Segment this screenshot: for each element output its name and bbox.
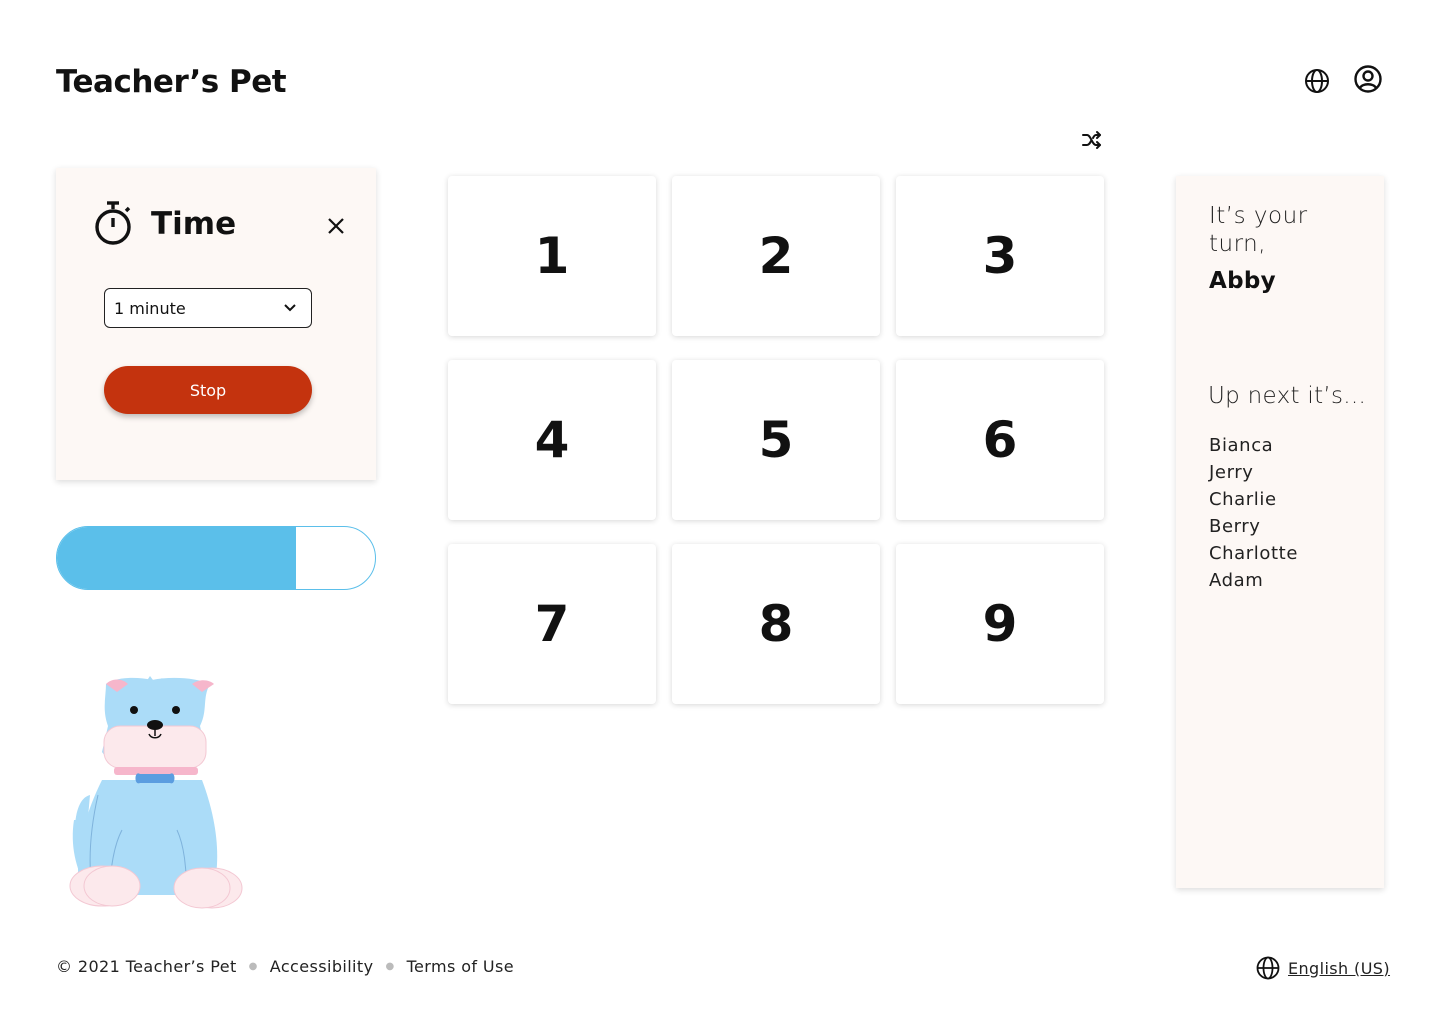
current-student-name: Abby xyxy=(1209,268,1276,294)
language-selector[interactable]: English (US) xyxy=(1256,956,1390,980)
accessibility-link[interactable]: Accessibility xyxy=(270,957,374,976)
terms-link[interactable]: Terms of Use xyxy=(407,957,514,976)
number-tile[interactable]: 4 xyxy=(448,360,656,520)
timer-title: Time xyxy=(151,206,237,242)
footer: © 2021 Teacher’s Pet ● Accessibility ● T… xyxy=(56,957,514,976)
dog-illustration xyxy=(69,676,243,909)
separator-dot: ● xyxy=(248,961,258,972)
chevron-down-icon xyxy=(284,304,296,312)
number-tile[interactable]: 2 xyxy=(672,176,880,336)
separator-dot: ● xyxy=(385,961,395,972)
up-next-label: Up next it’s... xyxy=(1208,383,1367,409)
duration-select[interactable]: 1 minute xyxy=(104,288,312,328)
number-tile[interactable]: 8 xyxy=(672,544,880,704)
globe-icon[interactable] xyxy=(1302,66,1332,96)
list-item: Jerry xyxy=(1209,462,1254,483)
number-tile[interactable]: 5 xyxy=(672,360,880,520)
turn-panel: It’s your turn, Abby Up next it’s... Bia… xyxy=(1176,176,1384,888)
turn-label: It’s your turn, xyxy=(1209,203,1308,257)
stop-button[interactable]: Stop xyxy=(104,366,312,414)
stopwatch-icon xyxy=(95,201,131,245)
timer-card: Time 1 minute Stop xyxy=(56,168,376,480)
duration-value: 1 minute xyxy=(114,298,186,318)
timer-progress-fill xyxy=(57,527,296,589)
list-item: Adam xyxy=(1209,570,1264,591)
timer-progress-bar xyxy=(56,526,376,590)
list-item: Berry xyxy=(1209,516,1261,537)
globe-icon xyxy=(1256,956,1280,980)
app-title: Teacher’s Pet xyxy=(56,64,287,100)
number-tile[interactable]: 9 xyxy=(896,544,1104,704)
number-tile[interactable]: 6 xyxy=(896,360,1104,520)
close-icon[interactable] xyxy=(324,214,348,238)
up-next-list: Bianca Jerry Charlie Berry Charlotte Ada… xyxy=(1209,432,1298,594)
list-item: Charlotte xyxy=(1209,543,1299,564)
list-item: Bianca xyxy=(1209,435,1274,456)
user-circle-icon[interactable] xyxy=(1353,64,1383,94)
shuffle-icon[interactable] xyxy=(1081,130,1103,150)
language-link[interactable]: English (US) xyxy=(1288,959,1390,978)
number-tile[interactable]: 1 xyxy=(448,176,656,336)
number-tile[interactable]: 3 xyxy=(896,176,1104,336)
copyright-text: © 2021 Teacher’s Pet xyxy=(56,957,237,976)
list-item: Charlie xyxy=(1209,489,1277,510)
number-tile[interactable]: 7 xyxy=(448,544,656,704)
